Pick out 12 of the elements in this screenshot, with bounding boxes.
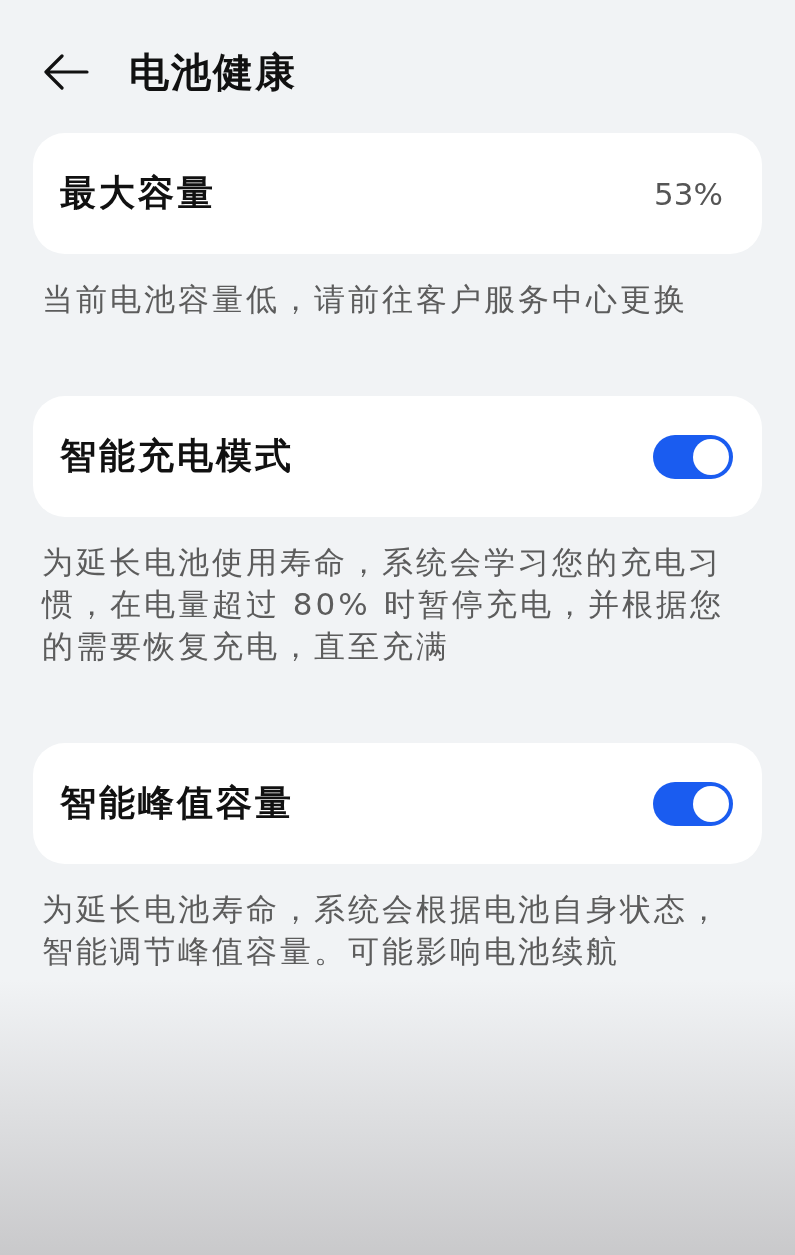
- back-arrow-icon: [43, 54, 89, 90]
- toggle-switch[interactable]: [653, 781, 733, 826]
- back-button[interactable]: [43, 54, 89, 90]
- setting-value: 53%: [654, 175, 724, 212]
- setting-label: 智能峰值容量: [60, 781, 294, 825]
- setting-description: 为延长电池使用寿命，系统会学习您的充电习惯，在电量超过 80% 时暂停充电，并根据您的需要恢复充电，直至充满: [42, 543, 725, 666]
- setting-label: 智能充电模式: [60, 434, 294, 478]
- setting-description: 为延长电池寿命，系统会根据电池自身状态，智能调节峰值容量。可能影响电池续航: [42, 890, 723, 971]
- setting-label: 最大容量: [60, 171, 216, 215]
- setting-description: 当前电池容量低，请前往客户服务中心更换: [42, 280, 689, 319]
- toggle-switch[interactable]: [653, 434, 733, 479]
- page-title: 电池健康: [129, 47, 297, 97]
